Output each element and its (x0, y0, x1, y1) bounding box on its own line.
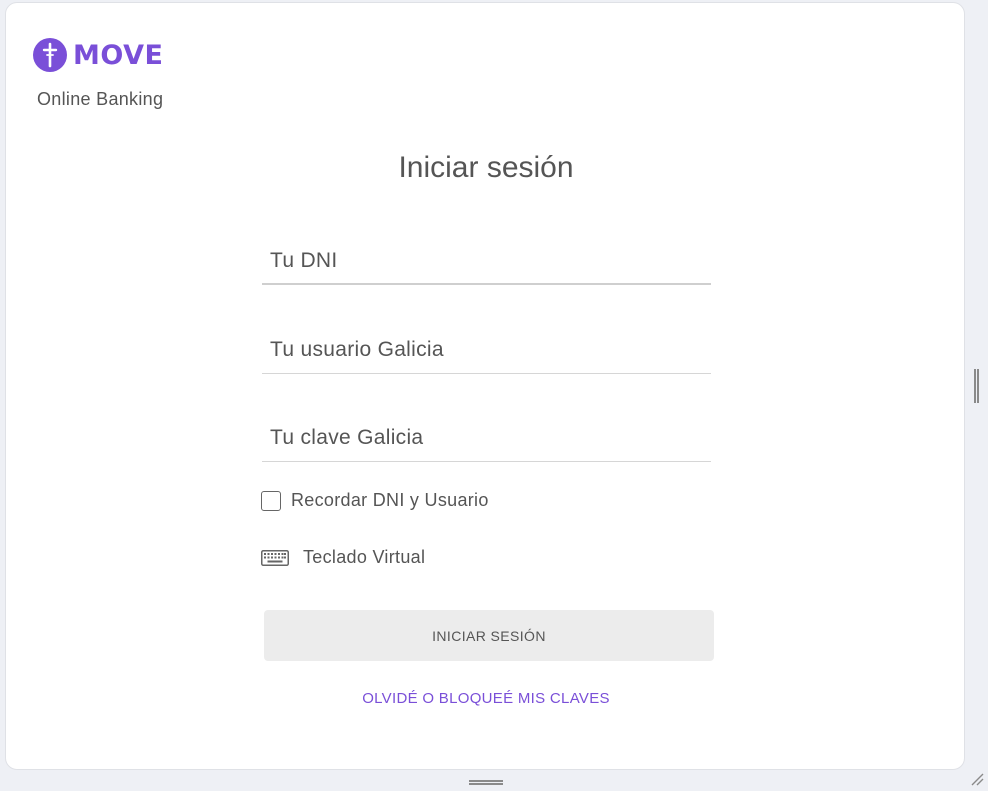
horizontal-resize-grip-icon[interactable] (469, 780, 503, 785)
user-input[interactable] (262, 330, 711, 370)
brand-name: MOVE (73, 39, 164, 71)
dni-input[interactable] (262, 241, 711, 281)
forgot-password-link[interactable]: OLVIDÉ O BLOQUEÉ MIS CLAVES (6, 690, 966, 707)
login-card: MOVE Online Banking Iniciar sesión Recor… (5, 2, 965, 770)
keyboard-icon (261, 549, 289, 566)
brand: MOVE (33, 38, 163, 72)
brand-logo-icon (33, 38, 67, 72)
virtual-keyboard-toggle[interactable]: Teclado Virtual (261, 547, 425, 568)
vertical-resize-grip-icon[interactable] (974, 369, 979, 403)
resize-corner-icon[interactable] (970, 772, 984, 791)
brand-subtitle: Online Banking (37, 89, 164, 109)
password-field (262, 418, 711, 462)
user-field (262, 330, 711, 374)
remember-checkbox[interactable] (261, 490, 281, 511)
virtual-keyboard-label: Teclado Virtual (303, 547, 426, 567)
dni-field (262, 241, 711, 285)
password-input[interactable] (262, 418, 711, 458)
page-title: Iniciar sesión (398, 151, 574, 184)
remember-label: Recordar DNI y Usuario (291, 490, 489, 510)
login-button[interactable]: INICIAR SESIÓN (264, 610, 714, 661)
remember-row[interactable]: Recordar DNI y Usuario (261, 490, 489, 511)
